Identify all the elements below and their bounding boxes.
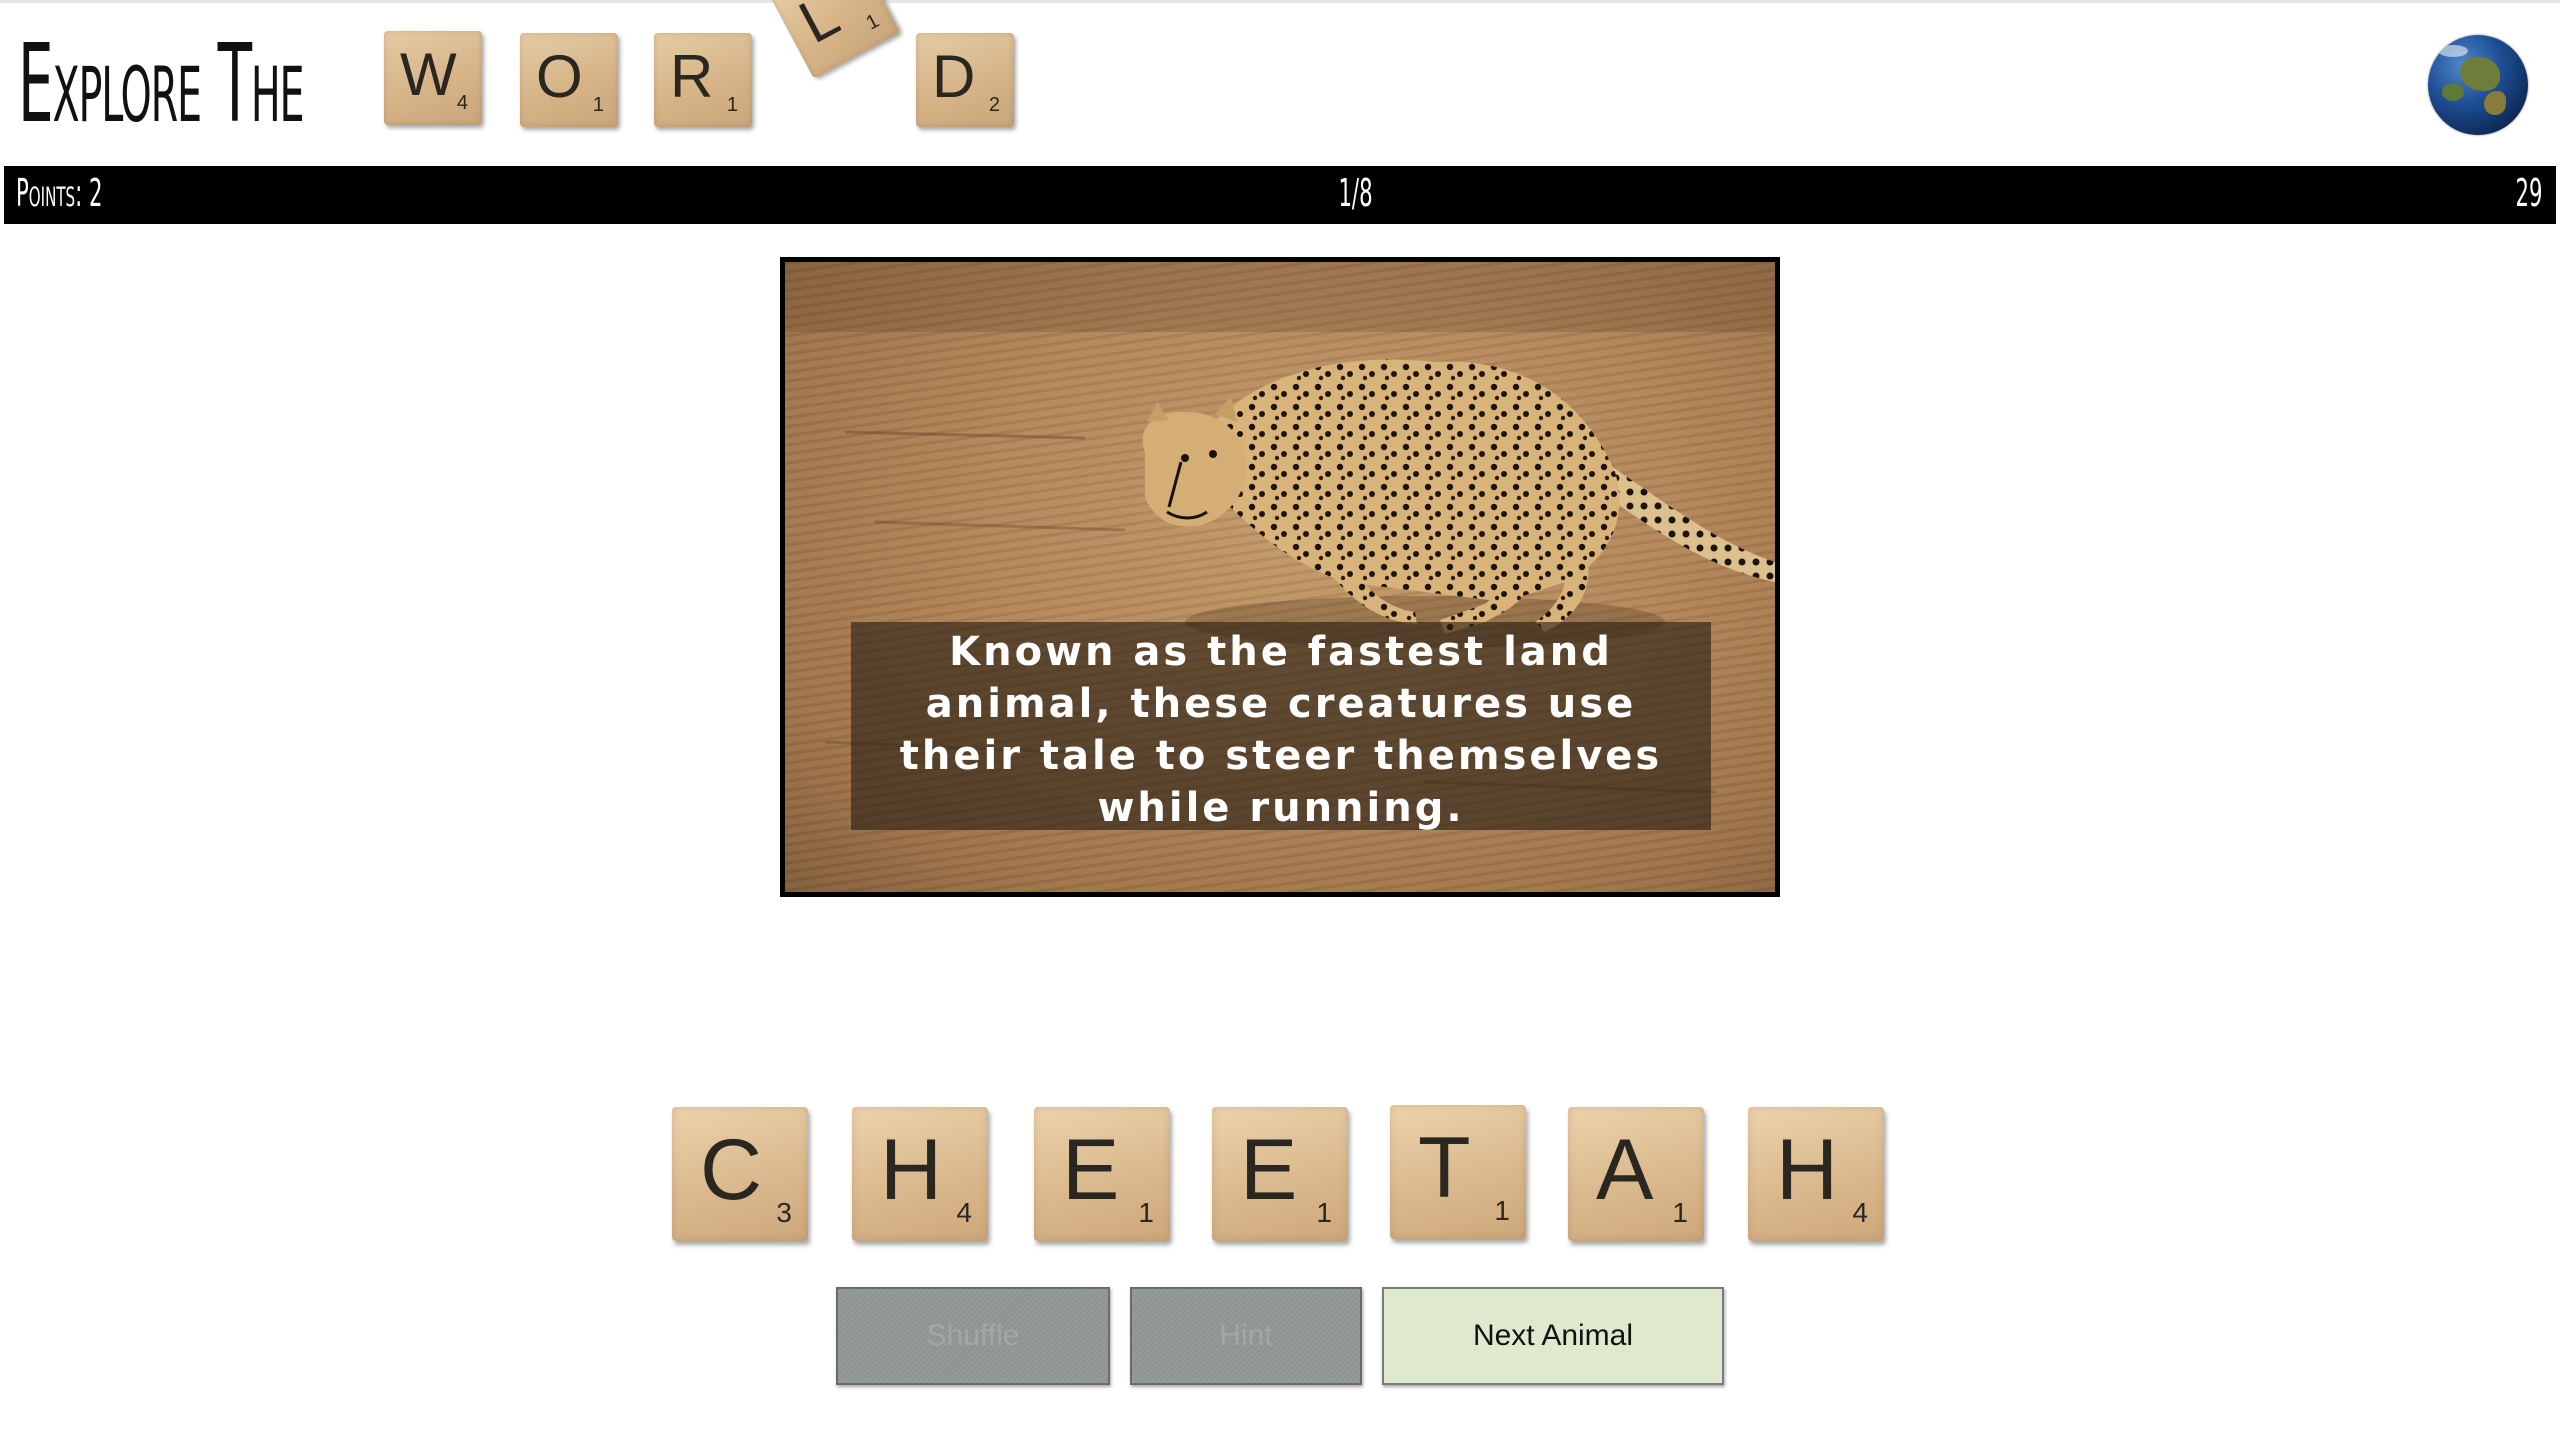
tile-points: 1 <box>592 94 604 116</box>
tile-points: 1 <box>1138 1197 1154 1228</box>
tile-letter: L <box>788 0 850 56</box>
tile-points: 1 <box>726 94 738 116</box>
tile-letter: O <box>536 43 583 110</box>
countdown-timer: 29 <box>2515 171 2542 215</box>
tile-letter: H <box>1776 1122 1839 1218</box>
answer-tile[interactable]: E 1 <box>1212 1107 1348 1241</box>
tile-points: 4 <box>956 1197 972 1228</box>
answer-tile[interactable]: T 1 <box>1390 1105 1526 1239</box>
answer-tile[interactable]: A 1 <box>1568 1107 1704 1241</box>
clue-caption: Known as the fastest land animal, these … <box>851 622 1711 831</box>
points-counter: Points: 2 <box>16 171 103 215</box>
game-page: Explore The W 4 O 1 R 1 L 1 D 2 Points: … <box>0 0 2560 1430</box>
answer-tile[interactable]: C 3 <box>672 1107 808 1241</box>
tile-letter: W <box>400 41 457 108</box>
title-tile-o: O 1 <box>520 33 618 127</box>
tile-letter: E <box>1062 1122 1120 1218</box>
tile-points: 1 <box>1672 1197 1688 1228</box>
title-tile-r: R 1 <box>654 33 752 127</box>
next-animal-button[interactable]: Next Animal <box>1382 1287 1724 1385</box>
animal-photo: Known as the fastest land animal, these … <box>780 257 1780 897</box>
answer-tile[interactable]: H 4 <box>1748 1107 1884 1241</box>
status-bar: Points: 2 1/8 29 <box>4 166 2556 224</box>
title-tile-w: W 4 <box>384 31 482 125</box>
title-tile-d: D 2 <box>916 33 1014 127</box>
shuffle-button[interactable]: Shuffle <box>836 1287 1110 1385</box>
tile-points: 1 <box>1494 1195 1510 1226</box>
answer-tile[interactable]: H 4 <box>852 1107 988 1241</box>
tile-letter: R <box>670 43 714 110</box>
answer-tiles: C 3 H 4 E 1 E 1 T 1 A 1 H 4 <box>672 1105 1888 1243</box>
tile-letter: D <box>932 43 976 110</box>
hint-button[interactable]: Hint <box>1130 1287 1362 1385</box>
title-tile-l: L 1 <box>769 0 901 79</box>
tile-points: 1 <box>862 9 883 35</box>
tile-letter: C <box>700 1122 763 1218</box>
tile-letter: E <box>1240 1122 1298 1218</box>
tile-letter: T <box>1418 1120 1471 1216</box>
answer-tile[interactable]: E 1 <box>1034 1107 1170 1241</box>
title-prefix: Explore The <box>18 22 305 147</box>
tile-points: 4 <box>456 92 468 114</box>
round-progress: 1/8 <box>1338 171 1373 215</box>
earth-globe-icon <box>2428 35 2528 135</box>
tile-points: 3 <box>776 1197 792 1228</box>
header: Explore The W 4 O 1 R 1 L 1 D 2 <box>0 0 2560 163</box>
tile-points: 1 <box>1316 1197 1332 1228</box>
tile-points: 2 <box>988 94 1000 116</box>
tile-letter: A <box>1596 1122 1654 1218</box>
tile-points: 4 <box>1852 1197 1868 1228</box>
tile-letter: H <box>880 1122 943 1218</box>
